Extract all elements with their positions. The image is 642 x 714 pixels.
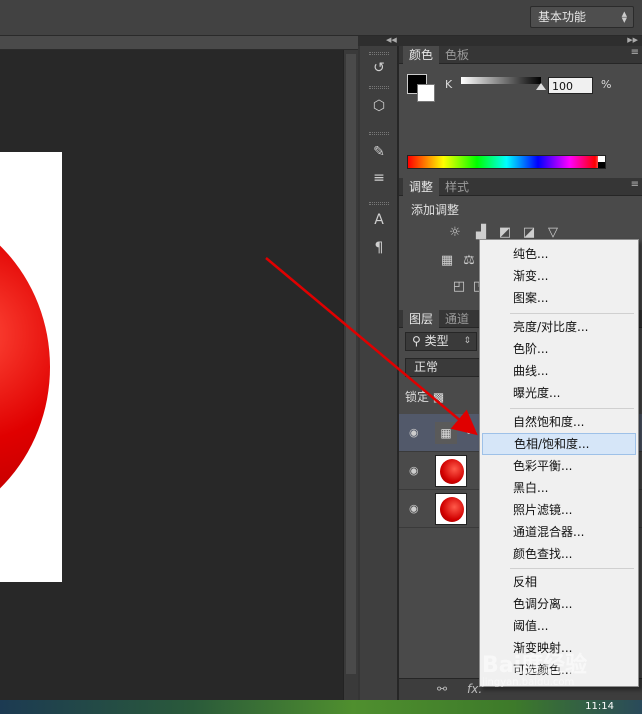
- layer-thumbnail: [435, 455, 467, 487]
- panel-menu-icon[interactable]: ≡: [631, 179, 639, 190]
- apple-image: [440, 459, 464, 484]
- adjustment-layer-menu: 纯色... 渐变... 图案... 亮度/对比度... 色阶... 曲线... …: [479, 239, 639, 687]
- menu-item-vibrance[interactable]: 自然饱和度...: [482, 411, 636, 433]
- menu-item-curves[interactable]: 曲线...: [482, 360, 636, 382]
- watermark-url: jingyan.baidu.com: [482, 677, 575, 688]
- lock-label: 锁定: [405, 390, 430, 404]
- slider-thumb[interactable]: [536, 83, 546, 90]
- workspace-switcher[interactable]: 基本功能 ▲ ▼: [530, 6, 634, 28]
- menu-item-exposure[interactable]: 曝光度...: [482, 382, 636, 404]
- tab-swatches[interactable]: 色板: [439, 46, 475, 64]
- add-adjustment-title: 添加调整: [411, 203, 460, 217]
- menu-item-gradient[interactable]: 渐变...: [482, 265, 636, 287]
- brightness-icon[interactable]: ☼: [447, 226, 463, 240]
- grip-icon[interactable]: [369, 86, 389, 89]
- document-canvas[interactable]: [0, 152, 62, 582]
- link-layers-icon[interactable]: ⚯: [437, 682, 447, 696]
- link-icon: ⚯: [467, 426, 477, 439]
- kind-label: 类型: [424, 334, 449, 348]
- tab-channels[interactable]: 通道: [439, 310, 475, 328]
- menu-item-color-balance[interactable]: 色彩平衡...: [482, 455, 636, 477]
- tab-layers[interactable]: 图层: [403, 310, 440, 328]
- eye-icon[interactable]: ◉: [409, 426, 419, 439]
- color-balance-icon[interactable]: ⚖: [461, 254, 477, 268]
- adjustment-layer-icon: ▦: [435, 422, 457, 444]
- tab-styles[interactable]: 样式: [439, 178, 475, 196]
- eye-icon[interactable]: ◉: [409, 464, 419, 477]
- menu-item-invert[interactable]: 反相: [482, 571, 636, 593]
- brush-icon[interactable]: ≡: [368, 168, 390, 188]
- history-icon[interactable]: ↺: [368, 58, 390, 78]
- clock: 11:14: [585, 701, 614, 712]
- curves-icon[interactable]: ◩: [497, 226, 513, 240]
- photo-filter-icon[interactable]: ◰: [451, 280, 467, 294]
- updown-icon: ⇕: [463, 336, 471, 346]
- tab-adjustments[interactable]: 调整: [403, 178, 440, 196]
- menu-item-black-white[interactable]: 黑白...: [482, 477, 636, 499]
- search-icon: ⚲: [412, 334, 425, 348]
- application-bar: 基本功能 ▲ ▼: [0, 0, 642, 36]
- menu-item-photo-filter[interactable]: 照片滤镜...: [482, 499, 636, 521]
- color-panel-tabs: 颜色 色板 ≡: [399, 46, 642, 64]
- menu-item-threshold[interactable]: 阈值...: [482, 615, 636, 637]
- menu-item-posterize[interactable]: 色调分离...: [482, 593, 636, 615]
- menu-item-solid-color[interactable]: 纯色...: [482, 243, 636, 265]
- menu-item-color-lookup[interactable]: 颜色查找...: [482, 543, 636, 565]
- scrollbar-thumb[interactable]: [346, 54, 356, 674]
- character-icon[interactable]: A: [368, 210, 390, 230]
- lock-row: 锁定 ▩: [405, 388, 444, 405]
- menu-separator: [510, 568, 634, 569]
- layer-thumbnail: [435, 493, 467, 525]
- menu-item-levels[interactable]: 色阶...: [482, 338, 636, 360]
- grip-icon[interactable]: [369, 52, 389, 55]
- taskbar: 11:14: [0, 700, 642, 714]
- menu-separator: [510, 313, 634, 314]
- panel-menu-icon[interactable]: ≡: [631, 47, 639, 58]
- eye-icon[interactable]: ◉: [409, 502, 419, 515]
- 3d-icon[interactable]: ⬡: [368, 96, 390, 116]
- updown-icon: ▲ ▼: [621, 10, 627, 24]
- panel-collapse-bar[interactable]: ◀◀ ▶▶: [358, 36, 642, 46]
- document-tab-bar: [0, 36, 358, 50]
- vibrance-icon[interactable]: ▽: [545, 226, 561, 240]
- menu-item-brightness-contrast[interactable]: 亮度/对比度...: [482, 316, 636, 338]
- levels-icon[interactable]: ▟: [473, 226, 489, 240]
- tab-color[interactable]: 颜色: [403, 46, 440, 64]
- adjustments-panel-tabs: 调整 样式 ≡: [399, 178, 642, 196]
- grip-icon[interactable]: [369, 202, 389, 205]
- collapse-left-icon[interactable]: ◀◀: [386, 36, 397, 45]
- k-channel-label: K: [445, 78, 453, 91]
- canvas-scrollbar[interactable]: [343, 50, 358, 700]
- watermark: Bai度经验 jingyan.baidu.com: [482, 655, 622, 695]
- percent-label: %: [601, 78, 612, 91]
- apple-image: [0, 202, 50, 532]
- watermark-brand: Bai度经验: [482, 653, 588, 678]
- color-spectrum-bar[interactable]: [407, 155, 606, 169]
- lock-transparency-icon[interactable]: ▩: [433, 390, 444, 404]
- layer-filter-kind[interactable]: ⚲ 类型 ⇕: [405, 332, 477, 351]
- k-value-field[interactable]: 100: [548, 77, 593, 94]
- exposure-icon[interactable]: ◪: [521, 226, 537, 240]
- collapse-right-icon[interactable]: ▶▶: [627, 36, 638, 45]
- menu-item-pattern[interactable]: 图案...: [482, 287, 636, 309]
- menu-separator: [510, 408, 634, 409]
- menu-item-hue-saturation[interactable]: 色相/饱和度...: [482, 433, 636, 455]
- k-channel-slider[interactable]: [461, 77, 541, 84]
- background-color-swatch[interactable]: [417, 84, 435, 102]
- brush-presets-icon[interactable]: ✎: [368, 142, 390, 162]
- workspace-label: 基本功能: [538, 10, 587, 24]
- apple-image: [440, 497, 464, 522]
- menu-item-channel-mixer[interactable]: 通道混合器...: [482, 521, 636, 543]
- paragraph-icon[interactable]: ¶: [368, 238, 390, 258]
- grip-icon[interactable]: [369, 132, 389, 135]
- hue-saturation-icon[interactable]: ▦: [439, 254, 455, 268]
- panel-icon-strip: ↺ ⬡ ✎ ≡ A ¶: [360, 46, 398, 700]
